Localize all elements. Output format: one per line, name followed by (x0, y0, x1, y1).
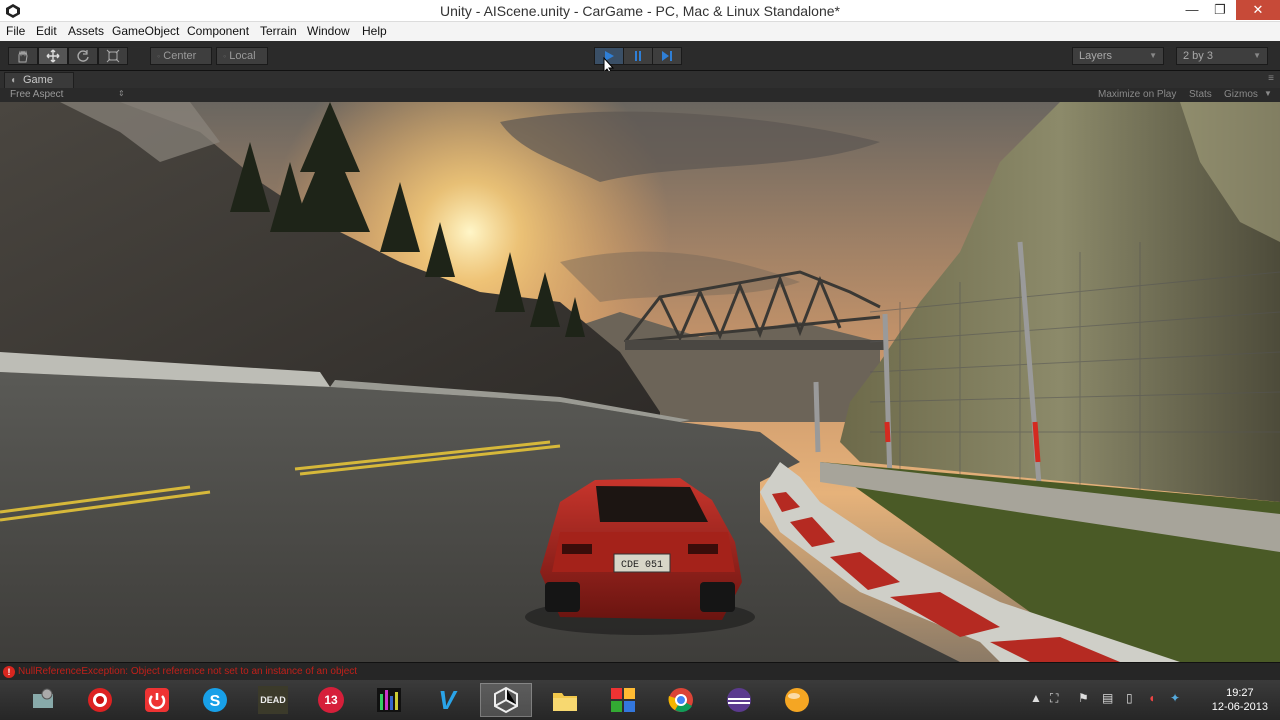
taskbar-chrome[interactable] (655, 683, 707, 717)
menu-bar: File Edit Assets GameObject Component Te… (0, 22, 1280, 41)
clock-time: 19:27 (1226, 687, 1254, 699)
svg-text:S: S (210, 693, 221, 710)
close-button[interactable]: ✕ (1236, 0, 1280, 20)
window-title: Unity - AIScene.unity - CarGame - PC, Ma… (440, 3, 840, 19)
console-status-bar[interactable]: ! NullReferenceException: Object referen… (0, 662, 1280, 680)
rotate-icon (77, 50, 89, 62)
layout-dropdown[interactable]: 2 by 3 ▼ (1176, 47, 1268, 65)
tray-network-icon[interactable]: ⛶ (1050, 691, 1058, 706)
orange-globe-icon (785, 688, 809, 712)
pivot-local-label: Local (229, 50, 256, 62)
pivot-center-toggle[interactable]: ◦ Center (150, 47, 212, 65)
taskbar-skype[interactable]: S (189, 683, 241, 717)
taskbar-eclipse[interactable] (713, 683, 765, 717)
console-error-message[interactable]: NullReferenceException: Object reference… (18, 666, 357, 677)
racing-scene: CDE 051 (0, 102, 1280, 662)
layers-label: Layers (1079, 50, 1113, 62)
license-plate-text: CDE 051 (621, 560, 663, 571)
minimize-button[interactable]: — (1178, 0, 1206, 20)
game-view-controls: Free Aspect ⇕ Maximize on Play Stats Giz… (0, 88, 1280, 102)
badge-13-icon: 13 (318, 687, 344, 713)
tab-game-label: Game (23, 74, 53, 86)
maximize-on-play-toggle[interactable]: Maximize on Play (1098, 89, 1176, 100)
rotate-tool-button[interactable] (68, 47, 98, 65)
panel-menu-icon[interactable]: ≡ (1268, 73, 1274, 84)
taskbar-orange-app[interactable] (771, 683, 823, 717)
tray-expand-icon[interactable]: ▲ (1030, 691, 1042, 705)
taskbar-app-tiles[interactable] (597, 683, 649, 717)
taskbar-control-panel[interactable] (17, 683, 69, 717)
v-logo-icon: V (438, 684, 456, 715)
folder-icon (553, 693, 577, 711)
eclipse-icon (727, 688, 751, 712)
pivot-center-label: Center (163, 50, 197, 62)
pivot-center-icon: ◦ (157, 51, 161, 61)
skype-icon: S (203, 688, 227, 712)
equalizer-icon (377, 688, 401, 712)
main-toolbar: ◦ Center ◦ Local Layers ▼ 2 by 3 ▼ (0, 41, 1280, 75)
game-tab-bar: ◖ Game ≡ (0, 71, 1280, 88)
menu-window[interactable]: Window (307, 24, 350, 38)
layout-label: 2 by 3 (1183, 50, 1213, 62)
taskbar-clock[interactable]: 19:27 12-06-2013 (1212, 686, 1268, 714)
menu-edit[interactable]: Edit (36, 24, 57, 38)
step-icon (662, 51, 672, 61)
maximize-button[interactable]: ❐ (1206, 0, 1234, 20)
menu-component[interactable]: Component (187, 24, 249, 38)
tray-volume-icon[interactable]: ◖ (1148, 691, 1155, 705)
unity-icon (494, 686, 518, 714)
clock-date: 12-06-2013 (1211, 701, 1268, 713)
menu-assets[interactable]: Assets (68, 24, 104, 38)
game-cover-icon: DEAD (258, 686, 288, 714)
taskbar-file-explorer[interactable] (539, 683, 591, 717)
game-viewport[interactable]: CDE 051 (0, 102, 1280, 662)
menu-gameobject[interactable]: GameObject (112, 24, 179, 38)
chevron-down-icon: ▼ (1264, 89, 1272, 98)
tray-wifi-icon[interactable]: ✦ (1170, 691, 1180, 705)
chevron-down-icon: ▼ (1149, 51, 1157, 60)
power-icon (145, 688, 169, 712)
tab-game[interactable]: ◖ Game (4, 72, 74, 88)
aspect-dropdown[interactable]: Free Aspect (10, 89, 63, 100)
taskbar-walking-dead-game[interactable]: DEAD (247, 683, 299, 717)
taskbar-unity[interactable] (480, 683, 532, 717)
menu-help[interactable]: Help (362, 24, 387, 38)
taskbar-equalizer-app[interactable] (363, 683, 415, 717)
taskbar-v-app[interactable]: V (421, 683, 473, 717)
red-globe-icon (88, 688, 112, 712)
stats-toggle[interactable]: Stats (1189, 89, 1212, 100)
menu-file[interactable]: File (6, 24, 25, 38)
pivot-local-toggle[interactable]: ◦ Local (216, 47, 268, 65)
tray-flag-icon[interactable]: ⚑ (1078, 691, 1089, 705)
game-controller-icon: ◖ (10, 75, 17, 86)
hand-icon (18, 50, 28, 63)
pause-button[interactable] (623, 47, 653, 65)
computer-settings-icon (33, 688, 53, 708)
tray-battery-icon[interactable]: ▯ (1126, 691, 1133, 705)
move-arrows-icon (46, 49, 60, 63)
pause-icon (635, 51, 641, 61)
gizmos-dropdown[interactable]: Gizmos (1224, 89, 1258, 100)
chevron-down-icon: ⇕ (118, 89, 125, 98)
scale-icon (106, 49, 120, 63)
error-icon: ! (3, 666, 15, 678)
step-button[interactable] (652, 47, 682, 65)
chrome-icon (668, 688, 693, 712)
chevron-down-icon: ▼ (1253, 51, 1261, 60)
layers-dropdown[interactable]: Layers ▼ (1072, 47, 1164, 65)
tray-keyboard-icon[interactable]: ▤ (1102, 691, 1113, 705)
colorful-tiles-icon (611, 688, 635, 712)
scale-tool-button[interactable] (98, 47, 128, 65)
taskbar-app-red-circle[interactable] (74, 683, 126, 717)
taskbar-power-app[interactable] (131, 683, 183, 717)
move-tool-button[interactable] (38, 47, 68, 65)
taskbar-app-13[interactable]: 13 (305, 683, 357, 717)
menu-terrain[interactable]: Terrain (260, 24, 297, 38)
window-title-bar: Unity - AIScene.unity - CarGame - PC, Ma… (0, 0, 1280, 22)
hand-tool-button[interactable] (8, 47, 38, 65)
windows-taskbar: S DEAD 13 V ▲ ⛶ ⚑ ▤ ▯ ◖ ✦ 19:27 12-06-20… (0, 680, 1280, 720)
pivot-local-icon: ◦ (223, 51, 227, 61)
